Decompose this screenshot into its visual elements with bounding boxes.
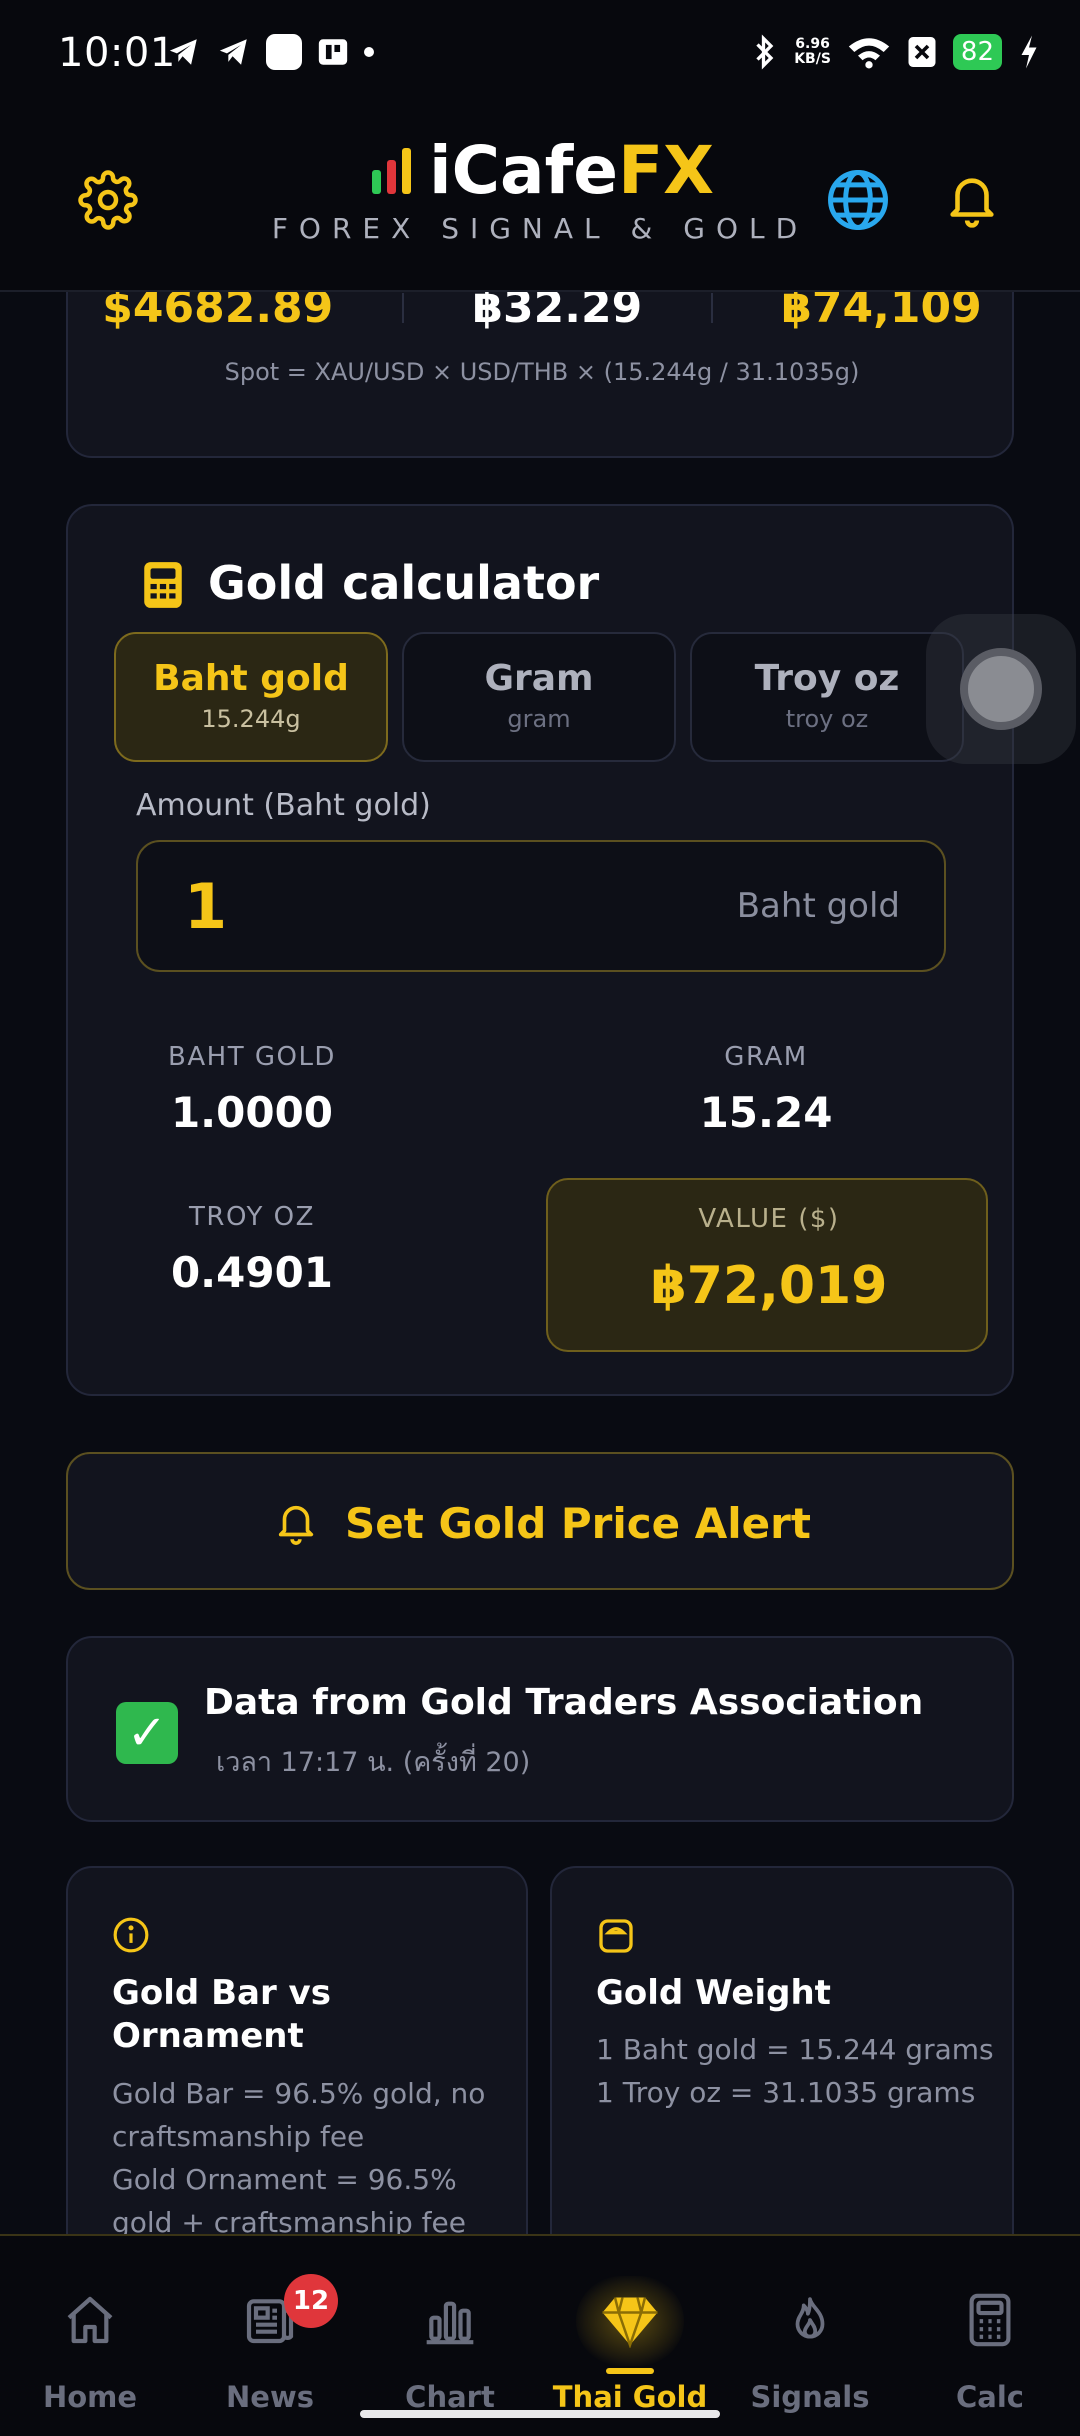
notification-icons — [166, 34, 374, 70]
nav-label: News — [226, 2380, 314, 2414]
bottom-nav: Home 12 News Chart Thai Gold Signals Cal… — [0, 2234, 1080, 2436]
home-icon — [60, 2290, 120, 2350]
result-troy-oz-value: 0.4901 — [170, 1248, 334, 1297]
calculator-title: Gold calculator — [208, 556, 600, 610]
info-card-line: craftsmanship fee — [112, 2120, 365, 2153]
diamond-icon — [600, 2290, 660, 2350]
unit-tab-troy-oz[interactable]: Troy oz troy oz — [690, 632, 964, 762]
nav-item-home[interactable]: Home — [0, 2276, 180, 2426]
logo-text: iCafeFX — [429, 132, 714, 209]
floating-assist-button[interactable] — [926, 614, 1076, 764]
result-troy-oz-label: TROY OZ — [189, 1202, 315, 1232]
net-speed-unit: KB/S — [794, 51, 831, 67]
set-gold-price-alert-button[interactable]: Set Gold Price Alert — [66, 1452, 1014, 1590]
nav-label: Thai Gold — [552, 2380, 708, 2414]
result-value-label: VALUE ($) — [698, 1204, 840, 1234]
nav-item-thai-gold[interactable]: Thai Gold — [540, 2276, 720, 2426]
charging-icon — [1021, 35, 1037, 69]
unit-tab-sub: 15.244g — [201, 705, 301, 733]
calculator-icon — [960, 2290, 1020, 2350]
result-value-box: VALUE ($) ฿72,019 — [546, 1178, 988, 1352]
assist-dot-icon — [960, 648, 1042, 730]
info-card-gold-weight: Gold Weight 1 Baht gold = 15.244 grams 1… — [550, 1866, 1014, 2266]
result-value-amount: ฿72,019 — [650, 1256, 888, 1316]
battery-level: 82 — [952, 34, 1002, 70]
active-indicator — [606, 2368, 654, 2374]
spot-formula: Spot = XAU/USD × USD/THB × (15.244g / 31… — [224, 358, 860, 386]
app-icon — [266, 34, 302, 70]
telegram-icon — [169, 39, 197, 65]
info-card-title: Gold Weight — [596, 1973, 831, 2013]
source-update-time: เวลา 17:17 น. (ครั้งที่ 20) — [216, 1747, 531, 1778]
tagline: FOREX SIGNAL & GOLD — [271, 212, 809, 245]
gold-calculator-card: Gold calculator Baht gold 15.244g Gram g… — [66, 504, 1014, 1396]
bluetooth-icon — [756, 34, 774, 70]
nav-item-news[interactable]: 12 News — [180, 2274, 360, 2426]
nav-label: Calc — [956, 2380, 1024, 2414]
result-gram-value: 15.24 — [699, 1088, 833, 1137]
logo-text-accent: FX — [618, 132, 715, 209]
notifications-button[interactable] — [932, 160, 1012, 240]
logo-text-main: iCafe — [429, 132, 619, 209]
calculator-icon — [144, 562, 182, 608]
app-logo: iCafeFX — [372, 132, 714, 209]
amount-unit: Baht gold — [736, 886, 900, 926]
result-gram-label: GRAM — [724, 1042, 808, 1072]
scale-icon — [599, 1919, 633, 1953]
wifi-icon — [848, 38, 890, 69]
info-card-line: Gold Ornament = 96.5% — [112, 2163, 457, 2196]
app-header: iCafeFX FOREX SIGNAL & GOLD — [0, 112, 1080, 292]
info-card-line: 1 Baht gold = 15.244 grams — [596, 2033, 994, 2066]
app-icon — [318, 39, 348, 65]
net-speed: 6.96 KB/S — [794, 37, 831, 67]
amount-value: 1 — [184, 870, 228, 943]
status-bar: 10:01 6.96 KB/S 82 — [0, 0, 1080, 112]
price-divider — [401, 292, 404, 323]
check-mark-icon: ✓ — [116, 1702, 178, 1764]
source-title: Data from Gold Traders Association — [204, 1682, 924, 1723]
unit-tab-sub: gram — [507, 705, 571, 733]
info-card-line: Gold Bar = 96.5% gold, no — [112, 2077, 486, 2110]
unit-tab-baht-gold[interactable]: Baht gold 15.244g — [114, 632, 388, 762]
result-baht-gold-value: 1.0000 — [170, 1088, 334, 1137]
language-button[interactable] — [818, 160, 898, 240]
unit-tab-label: Troy oz — [754, 658, 900, 699]
alert-button-label: Set Gold Price Alert — [345, 1498, 811, 1548]
bell-icon — [278, 1505, 314, 1545]
info-icon — [113, 1917, 149, 1953]
status-indicators: 6.96 KB/S 82 — [752, 34, 1040, 70]
unit-tab-sub: troy oz — [785, 705, 869, 733]
unit-tab-label: Gram — [484, 658, 594, 699]
globe-icon — [828, 170, 888, 230]
status-time: 10:01 — [58, 30, 176, 76]
logo-bars-icon — [372, 147, 411, 194]
data-source-card: ✓ Data from Gold Traders Association เวล… — [66, 1636, 1014, 1822]
home-indicator[interactable] — [360, 2410, 720, 2418]
flame-icon — [780, 2290, 840, 2350]
unit-tab-gram[interactable]: Gram gram — [402, 632, 676, 762]
bar-chart-icon — [420, 2290, 480, 2350]
sim-off-icon — [908, 37, 936, 67]
nav-item-chart[interactable]: Chart — [360, 2276, 540, 2426]
alert-button-content: Set Gold Price Alert — [68, 1498, 1016, 1548]
news-badge: 12 — [284, 2274, 338, 2328]
amount-input[interactable]: 1 Baht gold — [136, 840, 946, 972]
info-card-title: Gold Bar vs Ornament — [112, 1973, 331, 2056]
nav-label: Chart — [405, 2380, 495, 2414]
bell-icon — [950, 178, 994, 228]
price-divider — [710, 292, 713, 323]
dot-icon — [364, 47, 374, 57]
net-speed-value: 6.96 — [795, 36, 830, 52]
unit-tab-label: Baht gold — [153, 658, 349, 699]
nav-label: Home — [42, 2380, 138, 2414]
amount-label: Amount (Baht gold) — [136, 788, 431, 823]
telegram-icon — [219, 39, 247, 65]
result-baht-gold-label: BAHT GOLD — [168, 1042, 336, 1072]
nav-item-signals[interactable]: Signals — [720, 2276, 900, 2426]
nav-item-calc[interactable]: Calc — [900, 2276, 1080, 2426]
info-card-line: 1 Troy oz = 31.1035 grams — [596, 2076, 976, 2109]
nav-label: Signals — [750, 2380, 870, 2414]
info-card-bar-vs-ornament: Gold Bar vs Ornament Gold Bar = 96.5% go… — [66, 1866, 528, 2266]
